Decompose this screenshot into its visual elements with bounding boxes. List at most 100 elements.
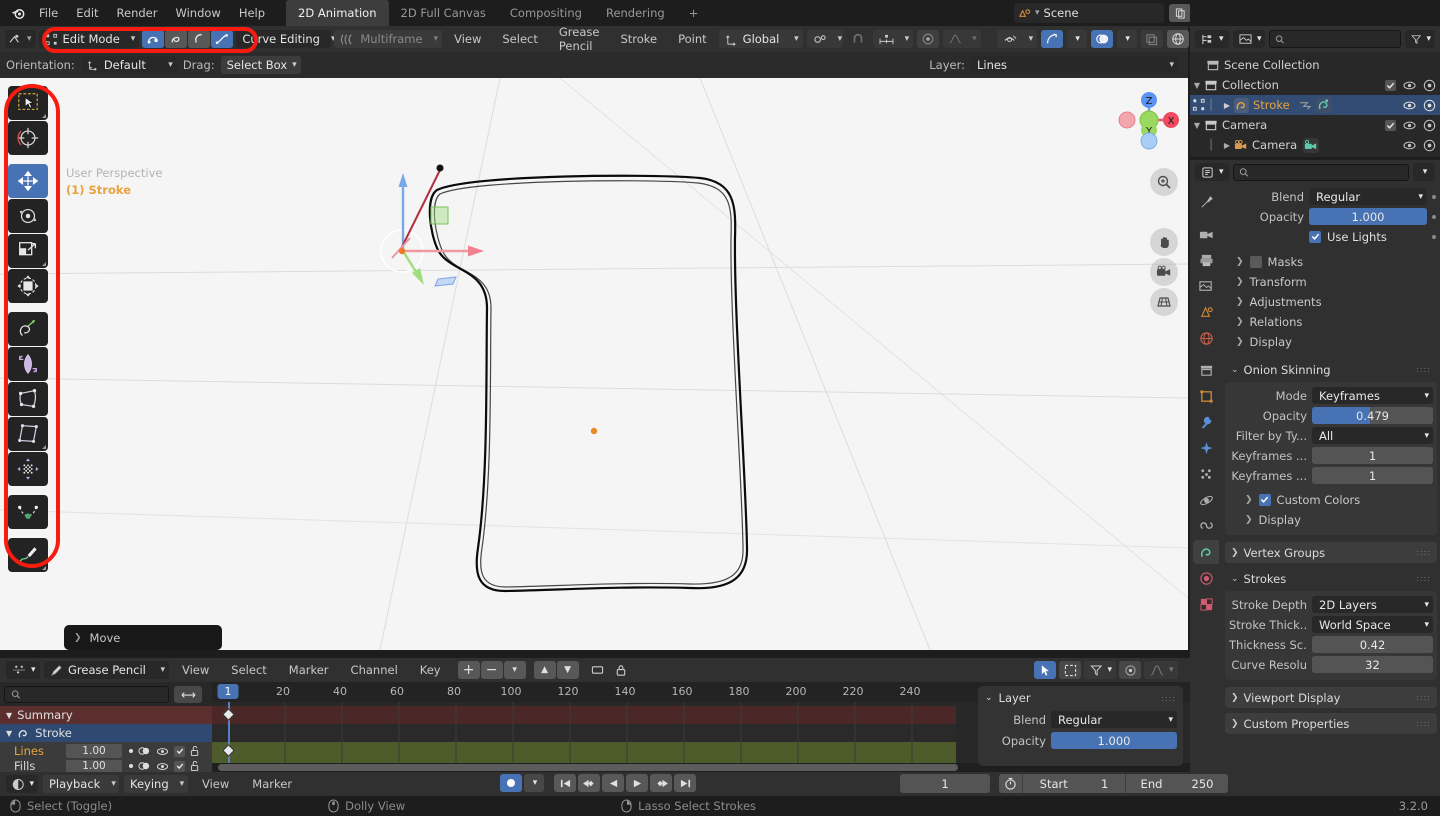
zoom-icon[interactable] xyxy=(1150,168,1178,196)
dopesheet-menu-key[interactable]: Key xyxy=(411,658,450,682)
camera-render-icon[interactable] xyxy=(1423,99,1436,112)
play-reverse-icon[interactable] xyxy=(602,774,624,792)
move-down-button[interactable]: ▼ xyxy=(556,661,579,679)
viewport-menu-point[interactable]: Point xyxy=(669,26,716,52)
transform-orientation-selector[interactable]: Global ▾ xyxy=(718,30,803,48)
curve-editing-selector[interactable]: Curve Editing ▾ xyxy=(236,30,336,48)
editor-type-selector[interactable]: ▾ xyxy=(5,30,36,48)
collection-box-icon[interactable] xyxy=(1193,358,1219,382)
scene-selector[interactable]: ▾ Scene xyxy=(1014,3,1164,23)
tool-move[interactable] xyxy=(8,164,48,198)
gizmo-options-dropdown[interactable]: ▾ xyxy=(1066,30,1087,48)
overlay-options-dropdown[interactable]: ▾ xyxy=(1116,30,1137,48)
orientation-default-dropdown[interactable]: Default ▾ xyxy=(80,56,177,74)
images-icon[interactable] xyxy=(1193,274,1219,298)
viewport-menu-stroke[interactable]: Stroke xyxy=(611,26,666,52)
dopesheet-menu-select[interactable]: Select xyxy=(222,658,275,682)
tool-tweak-select-box[interactable] xyxy=(8,86,48,120)
snap-magnet-icon[interactable] xyxy=(847,30,869,48)
outliner-row-stroke[interactable]: │ ▶ Stroke xyxy=(1190,95,1440,115)
material-sphere-icon[interactable] xyxy=(1193,566,1219,590)
effects-icon[interactable] xyxy=(1193,436,1219,460)
start-frame-field[interactable]: Start 1 xyxy=(1023,777,1125,791)
eye-icon[interactable] xyxy=(1403,79,1416,92)
dopesheet-mode-selector[interactable]: Grease Pencil ▾ xyxy=(44,661,169,679)
dopesheet-search-input[interactable] xyxy=(4,686,169,703)
animate-property-dot[interactable] xyxy=(1432,214,1436,219)
disclosure-triangle-down-icon[interactable]: ▼ xyxy=(1190,81,1204,90)
particles-icon[interactable] xyxy=(1193,462,1219,486)
thickness-scale-field[interactable]: 0.42 xyxy=(1312,636,1433,653)
disclosure-triangle-down-icon[interactable]: ▼ xyxy=(6,729,12,738)
tool-shrink-fatten[interactable] xyxy=(8,417,48,451)
channel-opacity-field[interactable]: 1.00 xyxy=(66,744,122,758)
current-frame-field[interactable]: 1 xyxy=(900,774,990,793)
tool-randomize[interactable] xyxy=(8,452,48,486)
camera-render-icon[interactable] xyxy=(1423,139,1436,152)
menu-help[interactable]: Help xyxy=(230,0,274,26)
current-frame-indicator[interactable]: 1 xyxy=(217,684,239,699)
viewport-menu-grease-pencil[interactable]: Grease Pencil xyxy=(550,25,609,53)
panel-onion-skinning[interactable]: ⌄ Onion Skinning :::: xyxy=(1225,359,1437,380)
subpanel-onion-display[interactable]: ❯ Display xyxy=(1245,510,1433,529)
eye-icon[interactable] xyxy=(1403,119,1416,132)
lock-icon[interactable] xyxy=(610,661,632,679)
layer-popover[interactable]: ⌄ Layer :::: Blend Regular ▾ Opacity 1.0… xyxy=(978,686,1183,766)
navigation-gizmo[interactable]: Z X Y xyxy=(1113,84,1185,156)
disclosure-triangle-down-icon[interactable]: ▼ xyxy=(6,711,12,720)
end-frame-field[interactable]: End 250 xyxy=(1126,777,1228,791)
disclosure-triangle-right-icon[interactable]: ▶ xyxy=(1220,101,1234,110)
object-square-icon[interactable] xyxy=(1193,384,1219,408)
use-lights-checkbox[interactable] xyxy=(1309,230,1321,243)
menu-render[interactable]: Render xyxy=(108,0,167,26)
eye-icon[interactable] xyxy=(1403,139,1416,152)
gp-select-stroke-icon[interactable] xyxy=(165,30,188,48)
panel-grip[interactable]: :::: xyxy=(1416,574,1431,583)
dopesheet-search-field[interactable] xyxy=(25,688,168,701)
blender-logo-icon[interactable] xyxy=(6,5,30,21)
unlock-icon[interactable] xyxy=(190,745,200,757)
onion-opacity-slider[interactable]: 0.479 xyxy=(1312,407,1433,424)
jump-end-icon[interactable] xyxy=(674,774,696,792)
outliner-search-field[interactable] xyxy=(1288,32,1400,46)
3d-viewport[interactable]: User Perspective (1) Stroke xyxy=(0,78,1188,650)
layer-popover-opacity-slider[interactable]: 1.000 xyxy=(1051,732,1177,749)
masks-checkbox[interactable] xyxy=(1249,255,1262,268)
drag-mode-dropdown[interactable]: Select Box ▾ xyxy=(220,56,301,74)
texture-checker-icon[interactable] xyxy=(1193,592,1219,616)
outliner-row-camera[interactable]: │ ▶ Camera xyxy=(1190,135,1440,155)
visibility-selector[interactable]: ▾ xyxy=(996,30,1037,48)
add-keyframe-button[interactable]: + xyxy=(457,661,480,679)
constraints-icon[interactable] xyxy=(1193,514,1219,538)
only-selected-icon[interactable] xyxy=(587,661,609,679)
layer-checkbox[interactable] xyxy=(174,760,185,772)
properties-search-field[interactable] xyxy=(1253,165,1408,179)
outliner-search-input[interactable] xyxy=(1269,30,1401,48)
snap-to-selector[interactable]: ▾ xyxy=(872,30,913,48)
blend-dropdown[interactable]: Regular ▾ xyxy=(1309,188,1427,205)
prev-keyframe-icon[interactable] xyxy=(578,774,600,792)
physics-orbit-icon[interactable] xyxy=(1193,488,1219,512)
jump-start-icon[interactable] xyxy=(554,774,576,792)
gp-data-icon[interactable] xyxy=(1315,97,1332,113)
timeline-menu-marker[interactable]: Marker xyxy=(243,772,301,796)
timeline-editor-type[interactable]: ▾ xyxy=(6,775,38,793)
tool-rotate[interactable] xyxy=(8,199,48,233)
select-tweak-icon[interactable] xyxy=(1034,661,1056,679)
tool-interpolate[interactable] xyxy=(8,495,48,529)
proportional-edit-icon[interactable] xyxy=(916,30,939,48)
operator-panel[interactable]: ❯ Move xyxy=(64,625,222,650)
panel-grip[interactable]: :::: xyxy=(1416,693,1431,702)
next-keyframe-icon[interactable] xyxy=(650,774,672,792)
layer-checkbox[interactable] xyxy=(174,745,185,757)
curve-resolution-field[interactable]: 32 xyxy=(1312,656,1433,673)
outliner-filter-scene[interactable]: ▾ xyxy=(1233,30,1265,48)
ortho-persp-grid-icon[interactable] xyxy=(1150,288,1178,316)
workspace-compositing[interactable]: Compositing xyxy=(498,0,594,26)
channel-stroke[interactable]: ▼ Stroke xyxy=(0,724,212,742)
remove-keyframe-button[interactable]: − xyxy=(480,661,503,679)
gp-curve-edit-icon[interactable] xyxy=(211,30,234,48)
tool-to-sphere[interactable] xyxy=(8,382,48,416)
camera-render-icon[interactable] xyxy=(1423,79,1436,92)
wrench-icon[interactable] xyxy=(1193,410,1219,434)
